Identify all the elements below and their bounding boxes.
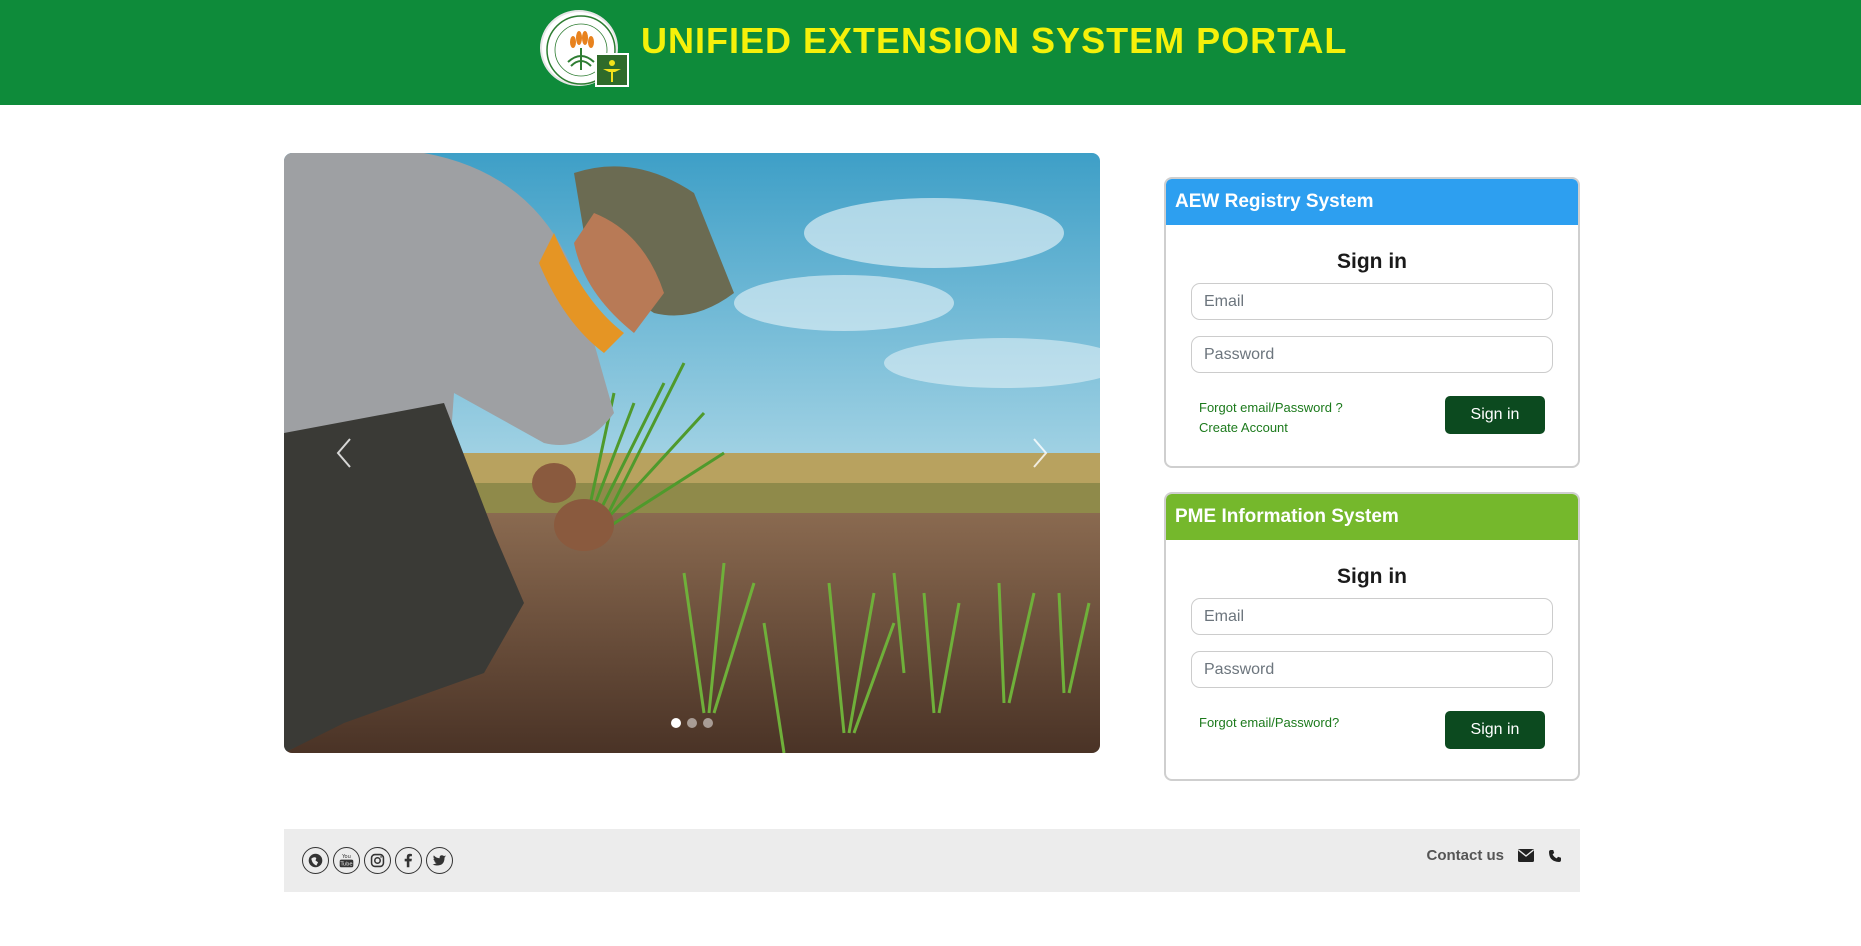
image-carousel[interactable] xyxy=(284,153,1100,753)
footer-bar: You Tube Contact us xyxy=(284,829,1580,892)
aew-forgot-password-link[interactable]: Forgot email/Password ? xyxy=(1199,398,1343,418)
svg-text:You: You xyxy=(341,854,351,860)
carousel-indicator-2[interactable] xyxy=(687,718,697,728)
carousel-indicator-1[interactable] xyxy=(671,718,681,728)
carousel-next-arrow-icon[interactable] xyxy=(1020,425,1060,481)
pme-login-card: PME Information System Sign in Forgot em… xyxy=(1164,492,1580,781)
aew-create-account-link[interactable]: Create Account xyxy=(1199,418,1343,438)
aew-login-card: AEW Registry System Sign in Forgot email… xyxy=(1164,177,1580,468)
aew-email-input[interactable] xyxy=(1191,283,1553,320)
pme-forgot-password-link[interactable]: Forgot email/Password? xyxy=(1199,713,1339,733)
bureau-badge-icon xyxy=(595,53,629,87)
youtube-icon[interactable]: You Tube xyxy=(333,847,360,874)
instagram-icon[interactable] xyxy=(364,847,391,874)
carousel-prev-arrow-icon[interactable] xyxy=(324,425,364,481)
carousel-indicator-3[interactable] xyxy=(703,718,713,728)
phone-icon[interactable] xyxy=(1548,849,1562,863)
aew-card-title: AEW Registry System xyxy=(1166,179,1578,225)
envelope-icon[interactable] xyxy=(1518,849,1534,862)
carousel-indicators xyxy=(284,718,1100,728)
pme-password-input[interactable] xyxy=(1191,651,1553,688)
pme-card-title: PME Information System xyxy=(1166,494,1578,540)
rice-farmer-photo xyxy=(284,153,1100,753)
aew-sign-in-heading: Sign in xyxy=(1337,250,1407,273)
pme-email-input[interactable] xyxy=(1191,598,1553,635)
globe-icon[interactable] xyxy=(302,847,329,874)
department-of-agriculture-logo xyxy=(540,10,629,87)
contact-us-label: Contact us xyxy=(1426,847,1504,864)
pme-sign-in-heading: Sign in xyxy=(1337,565,1407,588)
facebook-icon[interactable] xyxy=(395,847,422,874)
twitter-icon[interactable] xyxy=(426,847,453,874)
social-links: You Tube xyxy=(302,847,453,874)
pme-sign-in-button[interactable]: Sign in xyxy=(1445,711,1545,749)
aew-password-input[interactable] xyxy=(1191,336,1553,373)
contact-section: Contact us xyxy=(1426,847,1562,864)
portal-title: UNIFIED EXTENSION SYSTEM PORTAL xyxy=(641,20,1348,61)
header-bar: UNIFIED EXTENSION SYSTEM PORTAL xyxy=(0,0,1861,105)
aew-sign-in-button[interactable]: Sign in xyxy=(1445,396,1545,434)
svg-text:Tube: Tube xyxy=(340,862,353,868)
